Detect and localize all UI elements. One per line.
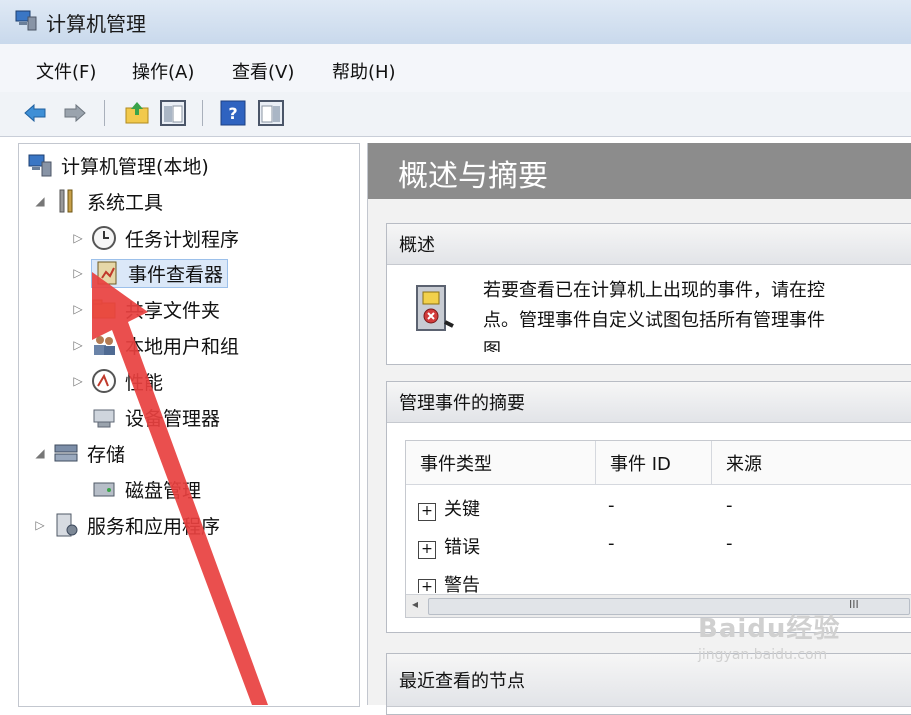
users-icon	[94, 336, 115, 355]
tree-item-label: 存储	[87, 443, 126, 466]
overview-text: 若要查看已在计算机上出现的事件，请在控 点。管理事件自定义试图包括所有管理事件 …	[483, 276, 911, 352]
storage-icon	[54, 444, 78, 462]
toolbar-separator	[202, 100, 203, 126]
table-row[interactable]: + 警告	[418, 571, 480, 593]
console-tree: 计算机管理(本地) ◢ 系统工具 ▷ 任务计划程序 ▷ 事件查看器 ▷ 共享文件…	[18, 143, 360, 707]
disk-icon	[93, 482, 115, 497]
tree-item-storage[interactable]: ◢ 存储	[33, 438, 125, 468]
tree-item-label: 任务计划程序	[125, 228, 240, 251]
menu-help[interactable]: 帮助(H)	[332, 58, 396, 84]
event-type: 错误	[444, 537, 480, 558]
menu-file[interactable]: 文件(F)	[36, 58, 96, 84]
page-title: 概述与摘要	[398, 159, 548, 194]
title-bar: 计算机管理	[0, 0, 911, 44]
tree-item-task-scheduler[interactable]: ▷ 任务计划程序	[71, 223, 239, 253]
up-folder-icon[interactable]	[124, 100, 150, 126]
column-header[interactable]: 来源	[712, 441, 911, 485]
menu-view[interactable]: 查看(V)	[232, 58, 294, 84]
tree-item-disk-management[interactable]: 磁盘管理	[91, 474, 201, 504]
expand-right-icon[interactable]: ▷	[33, 518, 47, 532]
event-viewer-icon	[97, 261, 117, 285]
tree-item-label: 性能	[125, 371, 164, 394]
overview-line: 点。管理事件自定义试图包括所有管理事件	[483, 310, 825, 331]
tree-item-root[interactable]: 计算机管理(本地)	[27, 150, 209, 180]
tree-item-system-tools[interactable]: ◢ 系统工具	[33, 186, 163, 216]
computer-management-icon	[15, 10, 37, 31]
toolbar: ?	[0, 92, 911, 137]
device-manager-icon	[93, 409, 115, 428]
event-id: -	[608, 495, 615, 516]
expand-right-icon[interactable]: ▷	[71, 266, 85, 280]
event-source: -	[726, 495, 733, 516]
event-log-icon	[416, 285, 454, 331]
overview-line: 若要查看已在计算机上出现的事件，请在控	[483, 280, 825, 301]
table-row[interactable]: + 错误	[418, 533, 480, 559]
table-row[interactable]: + 关键	[418, 495, 480, 521]
event-id: -	[608, 533, 615, 554]
tree-item-label: 系统工具	[87, 191, 164, 214]
event-type: 关键	[444, 499, 480, 520]
tree-item-local-users[interactable]: ▷ 本地用户和组	[71, 330, 239, 360]
expand-down-icon[interactable]: ◢	[33, 446, 47, 460]
selected-highlight: 事件查看器	[91, 258, 229, 288]
tree-item-event-viewer[interactable]: ▷ 事件查看器	[71, 258, 229, 288]
baidu-watermark: Baidu经验 jingyan.baidu.com	[698, 608, 840, 663]
tree-item-label: 服务和应用程序	[87, 515, 221, 538]
tree-item-label: 共享文件夹	[125, 299, 221, 322]
expand-right-icon[interactable]: ▷	[71, 338, 85, 352]
tree-item-label: 设备管理器	[125, 407, 221, 430]
summary-section: 管理事件的摘要 事件类型 事件 ID 来源 + 关键 - - + 错误 - - + 警…	[386, 381, 911, 633]
console-tree-icon[interactable]	[160, 100, 186, 126]
expand-plus-icon[interactable]: +	[418, 503, 436, 521]
services-icon	[56, 513, 78, 537]
toolbar-separator	[104, 100, 105, 126]
column-header[interactable]: 事件类型	[406, 441, 596, 485]
content-header: 概述与摘要	[368, 143, 911, 199]
tree-item-label: 本地用户和组	[125, 335, 240, 358]
event-source: -	[726, 533, 733, 554]
computer-management-icon	[28, 154, 52, 177]
overview-title: 概述	[387, 224, 911, 265]
expand-right-icon[interactable]: ▷	[71, 231, 85, 245]
shared-folder-icon	[92, 299, 116, 319]
column-header[interactable]: 事件 ID	[596, 441, 712, 485]
tree-item-label: 计算机管理(本地)	[61, 155, 209, 178]
svg-text:?: ?	[228, 104, 237, 123]
expand-right-icon[interactable]: ▷	[71, 374, 85, 388]
window-title: 计算机管理	[46, 12, 146, 36]
tree-item-performance[interactable]: ▷ 性能	[71, 366, 163, 396]
tree-item-shared-folders[interactable]: ▷ 共享文件夹	[71, 294, 220, 324]
expand-plus-icon[interactable]: +	[418, 541, 436, 559]
tree-item-services-apps[interactable]: ▷ 服务和应用程序	[33, 510, 220, 540]
scroll-left-icon[interactable]: ◂	[412, 597, 418, 611]
scroll-grip: III	[849, 598, 859, 611]
tree-item-label: 磁盘管理	[125, 479, 202, 502]
event-type: 警告	[444, 575, 480, 593]
summary-table: 事件类型 事件 ID 来源 + 关键 - - + 错误 - - + 警告 ◂ III	[405, 440, 911, 618]
forward-icon[interactable]	[62, 100, 88, 126]
watermark-brand: Baidu经验	[698, 614, 841, 644]
back-icon[interactable]	[22, 100, 48, 126]
watermark-url: jingyan.baidu.com	[698, 647, 828, 663]
tree-item-label: 事件查看器	[128, 263, 224, 286]
expand-right-icon[interactable]: ▷	[71, 302, 85, 316]
overview-line: 图	[483, 340, 501, 352]
expand-down-icon[interactable]: ◢	[33, 194, 47, 208]
help-icon[interactable]: ?	[220, 100, 246, 126]
performance-icon	[92, 369, 116, 393]
summary-title: 管理事件的摘要	[387, 382, 911, 423]
clock-icon	[92, 226, 116, 250]
tools-icon	[59, 189, 73, 213]
tree-item-device-manager[interactable]: 设备管理器	[91, 402, 220, 432]
menu-action[interactable]: 操作(A)	[132, 58, 194, 84]
action-pane-icon[interactable]	[258, 100, 284, 126]
overview-section: 概述 若要查看已在计算机上出现的事件，请在控 点。管理事件自定义试图包括所有管理…	[386, 223, 911, 365]
menu-bar: 文件(F) 操作(A) 查看(V) 帮助(H)	[0, 44, 911, 93]
expand-plus-icon[interactable]: +	[418, 579, 436, 593]
